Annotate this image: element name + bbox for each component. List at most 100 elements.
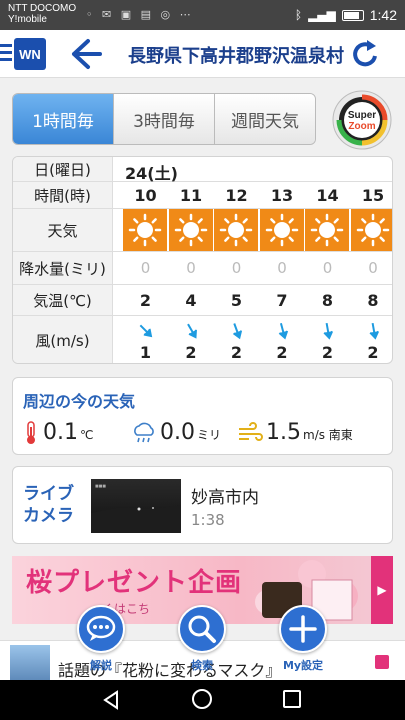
chat-bubble-icon bbox=[86, 615, 116, 641]
svg-text:WN: WN bbox=[19, 47, 41, 62]
camera-thumbnail[interactable]: ■■■ bbox=[91, 479, 181, 533]
forecast-tabs: 1時間毎 3時間毎 週間天気 bbox=[12, 93, 316, 145]
clock: 1:42 bbox=[369, 7, 397, 23]
nav-recents-icon[interactable] bbox=[283, 690, 301, 708]
refresh-icon[interactable] bbox=[350, 38, 380, 70]
location-title: 長野県下高井郡野沢温泉村 bbox=[128, 46, 344, 67]
banner-next-arrow-icon[interactable]: ▶ bbox=[371, 556, 393, 624]
wind-direction-arrow-icon bbox=[369, 322, 379, 340]
wind-speed-value: 1 bbox=[139, 343, 152, 362]
date-value: 24(土) bbox=[125, 164, 178, 183]
nav-home-icon[interactable] bbox=[192, 689, 212, 709]
camera-time: 1:38 bbox=[191, 511, 225, 529]
nav-back-icon[interactable] bbox=[102, 690, 120, 710]
wind-direction-arrow-icon bbox=[278, 323, 288, 340]
nearby-weather-card[interactable]: 周辺の今の天気 0.1 ℃ 0.0 ミリ 1.5 m/s 南東 bbox=[12, 377, 393, 455]
nearby-title: 周辺の今の天気 bbox=[23, 392, 136, 411]
wind-speed-value: 2 bbox=[185, 343, 197, 362]
hour-cell: 13 bbox=[270, 185, 294, 205]
temp-cell: 8 bbox=[321, 290, 334, 310]
fab-my-settings-button[interactable] bbox=[279, 605, 327, 653]
obs-precip-unit: ミリ bbox=[197, 428, 222, 442]
tab-3hourly[interactable]: 3時間毎 bbox=[113, 94, 214, 144]
hourly-forecast-table: 日(曜日) 24(土) 時間(時) 10 11 12 13 14 15 天気 降水量(ミリ… bbox=[12, 156, 393, 364]
fab-search-button[interactable] bbox=[178, 605, 226, 653]
temp-cell: 2 bbox=[139, 290, 152, 310]
notification-icons: ◦ ✉ ▣ ▤ ◎ ⋯ bbox=[86, 8, 194, 21]
super-zoom-button[interactable]: Super Zoom bbox=[331, 89, 393, 151]
row-label-date: 日(曜日) bbox=[13, 157, 113, 181]
sunny-icon bbox=[214, 209, 258, 251]
status-right: ᛒ ▂▄▆ 1:42 bbox=[295, 7, 397, 23]
precip-cell: 0 bbox=[140, 259, 151, 277]
fab-commentary-button[interactable] bbox=[77, 605, 125, 653]
sunny-icon bbox=[123, 209, 167, 251]
temp-cell: 5 bbox=[230, 290, 243, 310]
plus-icon bbox=[289, 615, 317, 643]
hour-cell: 10 bbox=[134, 185, 157, 205]
camera-location: 妙高市内 bbox=[191, 488, 259, 508]
obs-wind: 1.5 m/s 南東 bbox=[237, 420, 353, 445]
precip-cell: 0 bbox=[231, 259, 242, 277]
temp-cell: 7 bbox=[276, 290, 288, 310]
live-camera-card[interactable]: ライブ カメラ ■■■ 妙高市内 1:38 bbox=[12, 466, 393, 544]
obs-wind-unit: m/s 南東 bbox=[303, 428, 353, 442]
weather-row: 天気 bbox=[13, 209, 392, 252]
wind-cell: 2 bbox=[214, 316, 259, 363]
fab-commentary-label: 解説 bbox=[90, 659, 112, 672]
fab-search-label: 検索 bbox=[191, 659, 213, 672]
wind-direction-arrow-icon bbox=[186, 323, 197, 339]
bluetooth-icon: ᛒ bbox=[294, 8, 303, 22]
temp-cell: 4 bbox=[185, 290, 197, 310]
date-row: 日(曜日) 24(土) bbox=[13, 157, 392, 183]
wind-icon bbox=[239, 421, 263, 441]
carrier-sub-name: Y!mobile bbox=[8, 14, 47, 25]
row-label-hour: 時間(時) bbox=[13, 182, 113, 208]
hour-cell: 15 bbox=[361, 185, 385, 205]
tab-weekly[interactable]: 週間天気 bbox=[214, 94, 315, 144]
wind-direction-arrow-icon bbox=[323, 322, 334, 340]
precip-row: 降水量(ミリ) 0 0 0 0 0 0 bbox=[13, 252, 392, 285]
news-arrow-icon[interactable] bbox=[375, 655, 389, 669]
obs-temperature: 0.1 ℃ bbox=[23, 420, 93, 445]
wind-direction-arrow-icon bbox=[232, 323, 243, 340]
wind-direction-arrow-icon bbox=[139, 324, 153, 338]
hour-row: 時間(時) 10 11 12 13 14 15 bbox=[13, 182, 392, 209]
thermometer-icon bbox=[27, 420, 35, 444]
system-nav-bar bbox=[0, 680, 405, 720]
sunny-icon bbox=[350, 209, 392, 251]
news-thumbnail bbox=[10, 645, 50, 681]
sunny-icon bbox=[259, 209, 304, 251]
sunny-icon bbox=[168, 209, 213, 251]
wind-cell: 2 bbox=[351, 316, 393, 363]
wind-speed-value: 2 bbox=[230, 343, 243, 362]
wind-speed-value: 2 bbox=[276, 343, 288, 362]
wind-cell: 2 bbox=[305, 316, 350, 363]
wind-speed-value: 2 bbox=[367, 343, 379, 362]
wind-cell: 2 bbox=[169, 316, 214, 363]
menu-logo-button[interactable]: WN bbox=[0, 38, 48, 70]
svg-text:Zoom: Zoom bbox=[348, 121, 375, 132]
live-camera-label: ライブ カメラ bbox=[23, 484, 74, 526]
obs-temp-unit: ℃ bbox=[80, 428, 94, 442]
signal-icon: ▂▄▆ bbox=[308, 8, 336, 22]
wind-speed-value: 2 bbox=[321, 343, 334, 362]
precip-cell: 0 bbox=[322, 259, 333, 277]
precip-cell: 0 bbox=[277, 259, 287, 277]
banner-title: 桜プレゼント企画 bbox=[26, 568, 243, 598]
super-zoom-icon: Super Zoom bbox=[332, 90, 392, 150]
obs-wind-value: 1.5 bbox=[266, 420, 301, 445]
tab-hourly[interactable]: 1時間毎 bbox=[13, 94, 113, 144]
wind-row: 風(m/s) 1 2 2 2 2 2 bbox=[13, 316, 393, 363]
obs-precipitation: 0.0 ミリ bbox=[131, 420, 221, 445]
back-arrow-icon[interactable] bbox=[66, 37, 106, 71]
weathernews-logo-icon: WN bbox=[0, 38, 46, 70]
sunny-icon bbox=[305, 209, 349, 251]
search-icon bbox=[188, 615, 216, 643]
svg-text:Super: Super bbox=[348, 110, 376, 121]
svg-text:■■■: ■■■ bbox=[95, 484, 106, 490]
hour-cell: 12 bbox=[225, 185, 248, 205]
temp-cell: 8 bbox=[367, 290, 379, 310]
wind-cell: 1 bbox=[123, 316, 168, 363]
row-label-precip: 降水量(ミリ) bbox=[13, 252, 113, 284]
